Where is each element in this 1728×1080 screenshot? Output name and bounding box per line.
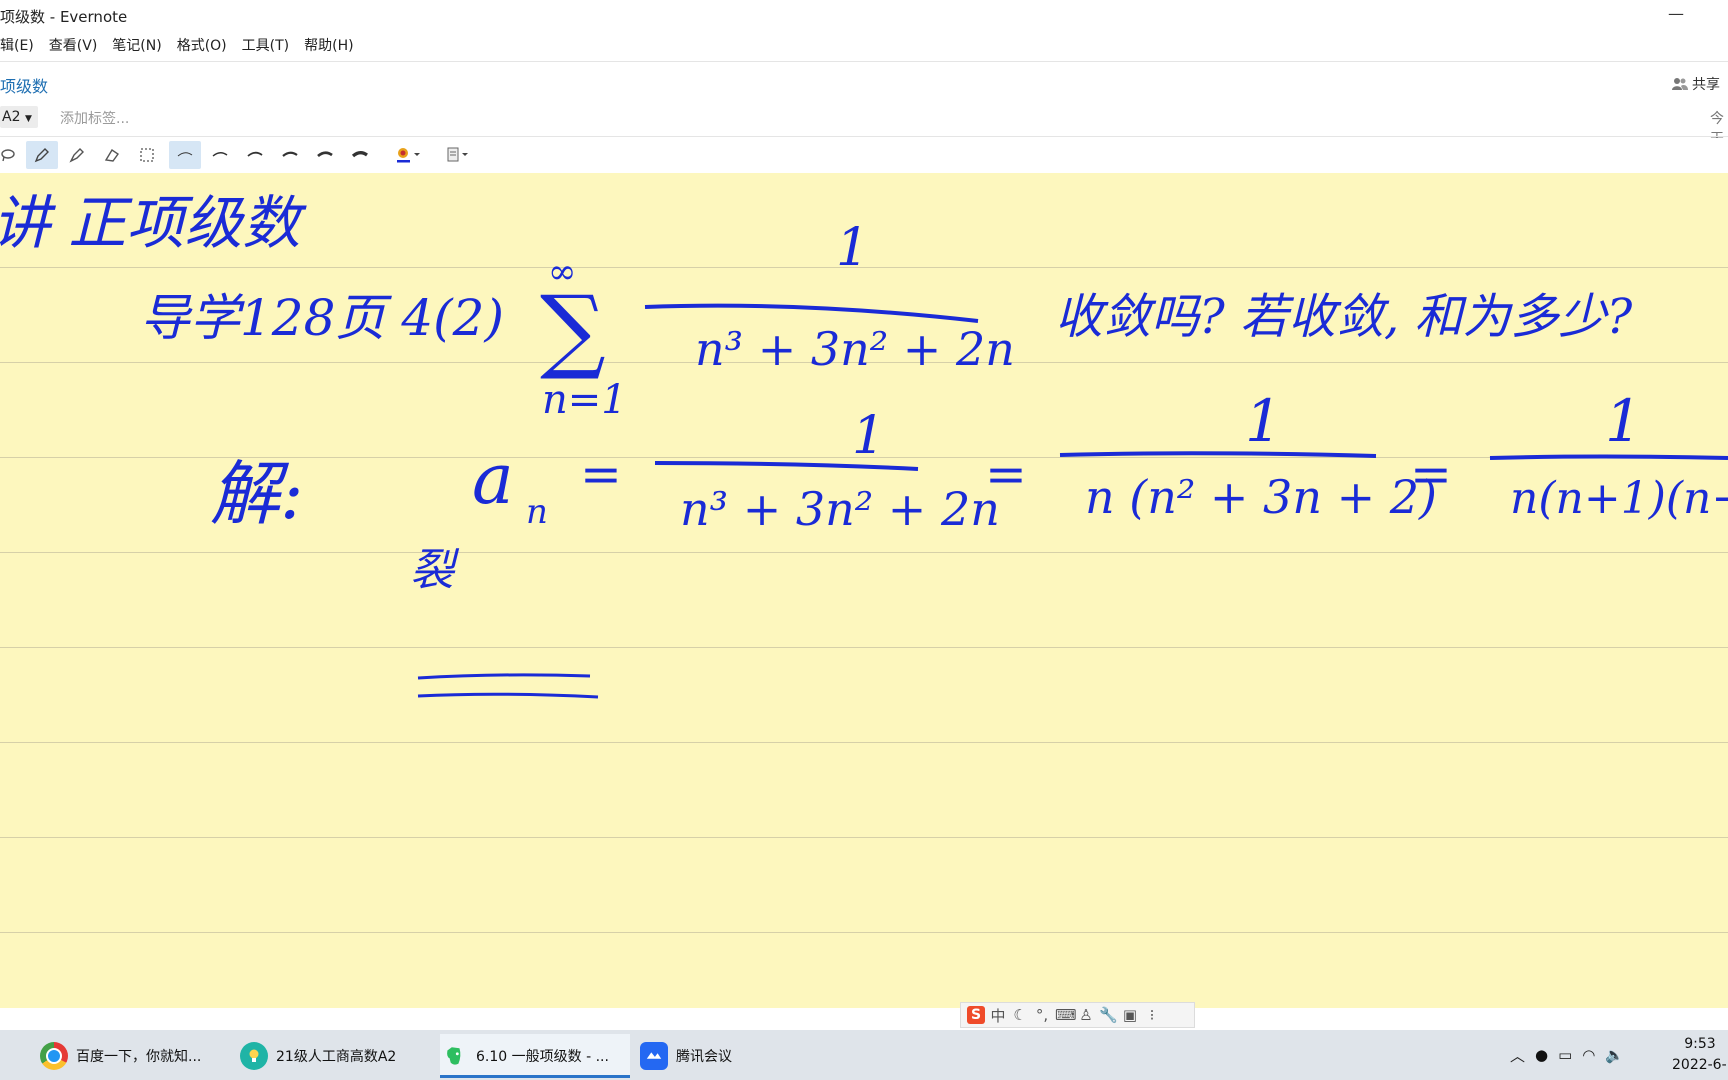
stroke-4-icon[interactable] (274, 141, 306, 169)
stroke-5-icon[interactable] (309, 141, 341, 169)
eraser-icon[interactable] (96, 141, 128, 169)
qq-icon[interactable]: ● (1535, 1046, 1548, 1064)
handwriting-numerator: 1 (1605, 387, 1642, 455)
menu-divider (0, 61, 1728, 62)
underline-stroke (417, 673, 591, 680)
taskbar-item-evernote[interactable]: 6.10 一般项级数 - ... (440, 1034, 630, 1078)
stroke-6-icon[interactable] (344, 141, 376, 169)
share-button[interactable]: 共享 (1672, 74, 1720, 94)
handwriting-numerator: 1 (1245, 387, 1282, 455)
menu-note[interactable]: 笔记(N) (112, 34, 161, 58)
handwriting-denominator: n(n+1)(n+2 (1510, 473, 1728, 524)
keyboard-icon[interactable]: ⌨ (1055, 1006, 1077, 1024)
user-icon[interactable]: ♙ (1077, 1006, 1095, 1024)
stroke-3-icon[interactable] (239, 141, 271, 169)
handwriting-heading: 讲 正项级数 (0, 189, 307, 257)
fraction-bar (644, 303, 979, 323)
clock-time: 9:53 (1684, 1036, 1716, 1052)
ink-toolbar (0, 138, 1728, 172)
lasso-icon[interactable] (0, 141, 24, 169)
wrench-icon[interactable]: 🔧 (1099, 1006, 1118, 1024)
taskbar: 百度一下，你就知... 21级人工商高数A2 6.10 一般项级数 - ... … (0, 1030, 1728, 1080)
evernote-icon (440, 1042, 468, 1070)
ime-mode[interactable]: 中 (989, 1005, 1007, 1026)
browser-icon (40, 1042, 68, 1070)
handwriting-sigma: ∑ (540, 276, 606, 383)
taskbar-item-meeting[interactable]: 腾讯会议 (640, 1034, 830, 1078)
tag-divider (0, 136, 1728, 137)
battery-icon[interactable]: ▭ (1558, 1046, 1572, 1064)
people-icon (1672, 78, 1688, 90)
highlighter-icon[interactable] (61, 141, 93, 169)
handwriting-index: n=1 (542, 377, 627, 423)
moon-icon[interactable]: ☾ (1011, 1006, 1029, 1024)
chevron-down-icon: ▼ (24, 114, 32, 124)
underline-stroke (417, 692, 599, 699)
title-bar: 项级数 - Evernote — (0, 0, 1728, 30)
menu-view[interactable]: 查看(V) (49, 34, 98, 58)
taskbar-item-browser[interactable]: 百度一下，你就知... (40, 1034, 230, 1078)
meeting-icon (640, 1042, 668, 1070)
volume-icon[interactable]: 🔈 (1605, 1046, 1624, 1064)
menu-tools[interactable]: 工具(T) (242, 34, 289, 58)
pen-icon[interactable] (26, 141, 58, 169)
minimize-button[interactable]: — (1664, 2, 1688, 26)
taskbar-label: 21级人工商高数A2 (276, 1049, 397, 1065)
ime-toolbar: S 中 ☾ °, ⌨ ♙ 🔧 ▣ ⁝ (960, 1002, 1195, 1028)
handwriting-numerator: 1 (836, 218, 869, 278)
handwriting-subscript-n: n (526, 492, 548, 532)
handwriting-numerator: 1 (852, 406, 885, 466)
menu-bar: 辑(E) 查看(V) 笔记(N) 格式(O) 工具(T) 帮助(H) (0, 34, 1728, 58)
note-title[interactable]: 项级数 (0, 73, 48, 97)
taskbar-label: 百度一下，你就知... (76, 1049, 202, 1065)
handwriting-equals: = (580, 445, 622, 503)
handwriting-reference: 导学128页 4(2) (140, 289, 504, 347)
stroke-2-icon[interactable] (204, 141, 236, 169)
handwriting-a: a (472, 438, 514, 520)
taskbar-label: 6.10 一般项级数 - ... (476, 1049, 609, 1065)
skin-icon[interactable]: ▣ (1121, 1006, 1139, 1024)
fraction-bar (1059, 451, 1377, 458)
clock[interactable]: 9:53 2022-6- (1672, 1034, 1728, 1076)
stroke-1-icon[interactable] (169, 141, 201, 169)
menu-edit[interactable]: 辑(E) (0, 34, 34, 58)
handwriting: 讲 正项级数 导学128页 4(2) ∞ ∑ n=1 1 n³ + 3n² + … (0, 189, 1728, 699)
handwriting-equals: = (1410, 445, 1452, 503)
lightbulb-icon (240, 1042, 268, 1070)
handwriting-split-note: 裂 (410, 545, 460, 596)
active-indicator (440, 1075, 630, 1078)
taskbar-label: 腾讯会议 (676, 1049, 732, 1065)
handwriting-question: 收敛吗? 若收敛, 和为多少? (1055, 289, 1633, 345)
wifi-icon[interactable]: ◠ (1582, 1046, 1595, 1064)
notebook-name: A2 (2, 109, 21, 125)
select-rect-icon[interactable] (131, 141, 163, 169)
taskbar-item-notebook[interactable]: 21级人工商高数A2 (240, 1034, 430, 1078)
notebook-selector[interactable]: A2 ▼ (0, 106, 38, 128)
handwriting-denominator: n (n² + 3n + 2) (1085, 470, 1437, 524)
tag-row: A2 ▼ 添加标签... 今天 (0, 104, 1728, 147)
chevron-up-icon[interactable]: ︿ (1510, 1045, 1525, 1066)
fraction-bar (1489, 454, 1728, 460)
note-header: 项级数 共享 (0, 70, 1728, 98)
paper-style-icon[interactable] (438, 141, 478, 169)
clock-date: 2022-6- (1672, 1057, 1727, 1073)
punctuation-icon[interactable]: °, (1033, 1006, 1051, 1024)
menu-format[interactable]: 格式(O) (177, 34, 227, 58)
menu-help[interactable]: 帮助(H) (304, 34, 353, 58)
handwriting-solution-label: 解: (210, 453, 304, 535)
ink-canvas[interactable]: 讲 正项级数 导学128页 4(2) ∞ ∑ n=1 1 n³ + 3n² + … (0, 173, 1728, 1008)
share-label: 共享 (1692, 77, 1720, 93)
more-icon[interactable]: ⁝ (1143, 1006, 1161, 1024)
system-tray: ︿ ● ▭ ◠ 🔈 (1510, 1030, 1624, 1080)
tag-input[interactable]: 添加标签... (60, 108, 129, 128)
ime-logo[interactable]: S (967, 1006, 985, 1024)
color-picker-icon[interactable] (388, 141, 428, 169)
handwriting-equals: = (985, 445, 1027, 503)
handwriting-denominator: n³ + 3n² + 2n (680, 482, 1000, 536)
handwriting-denominator: n³ + 3n² + 2n (695, 322, 1015, 376)
window-title: 项级数 - Evernote (0, 8, 128, 26)
